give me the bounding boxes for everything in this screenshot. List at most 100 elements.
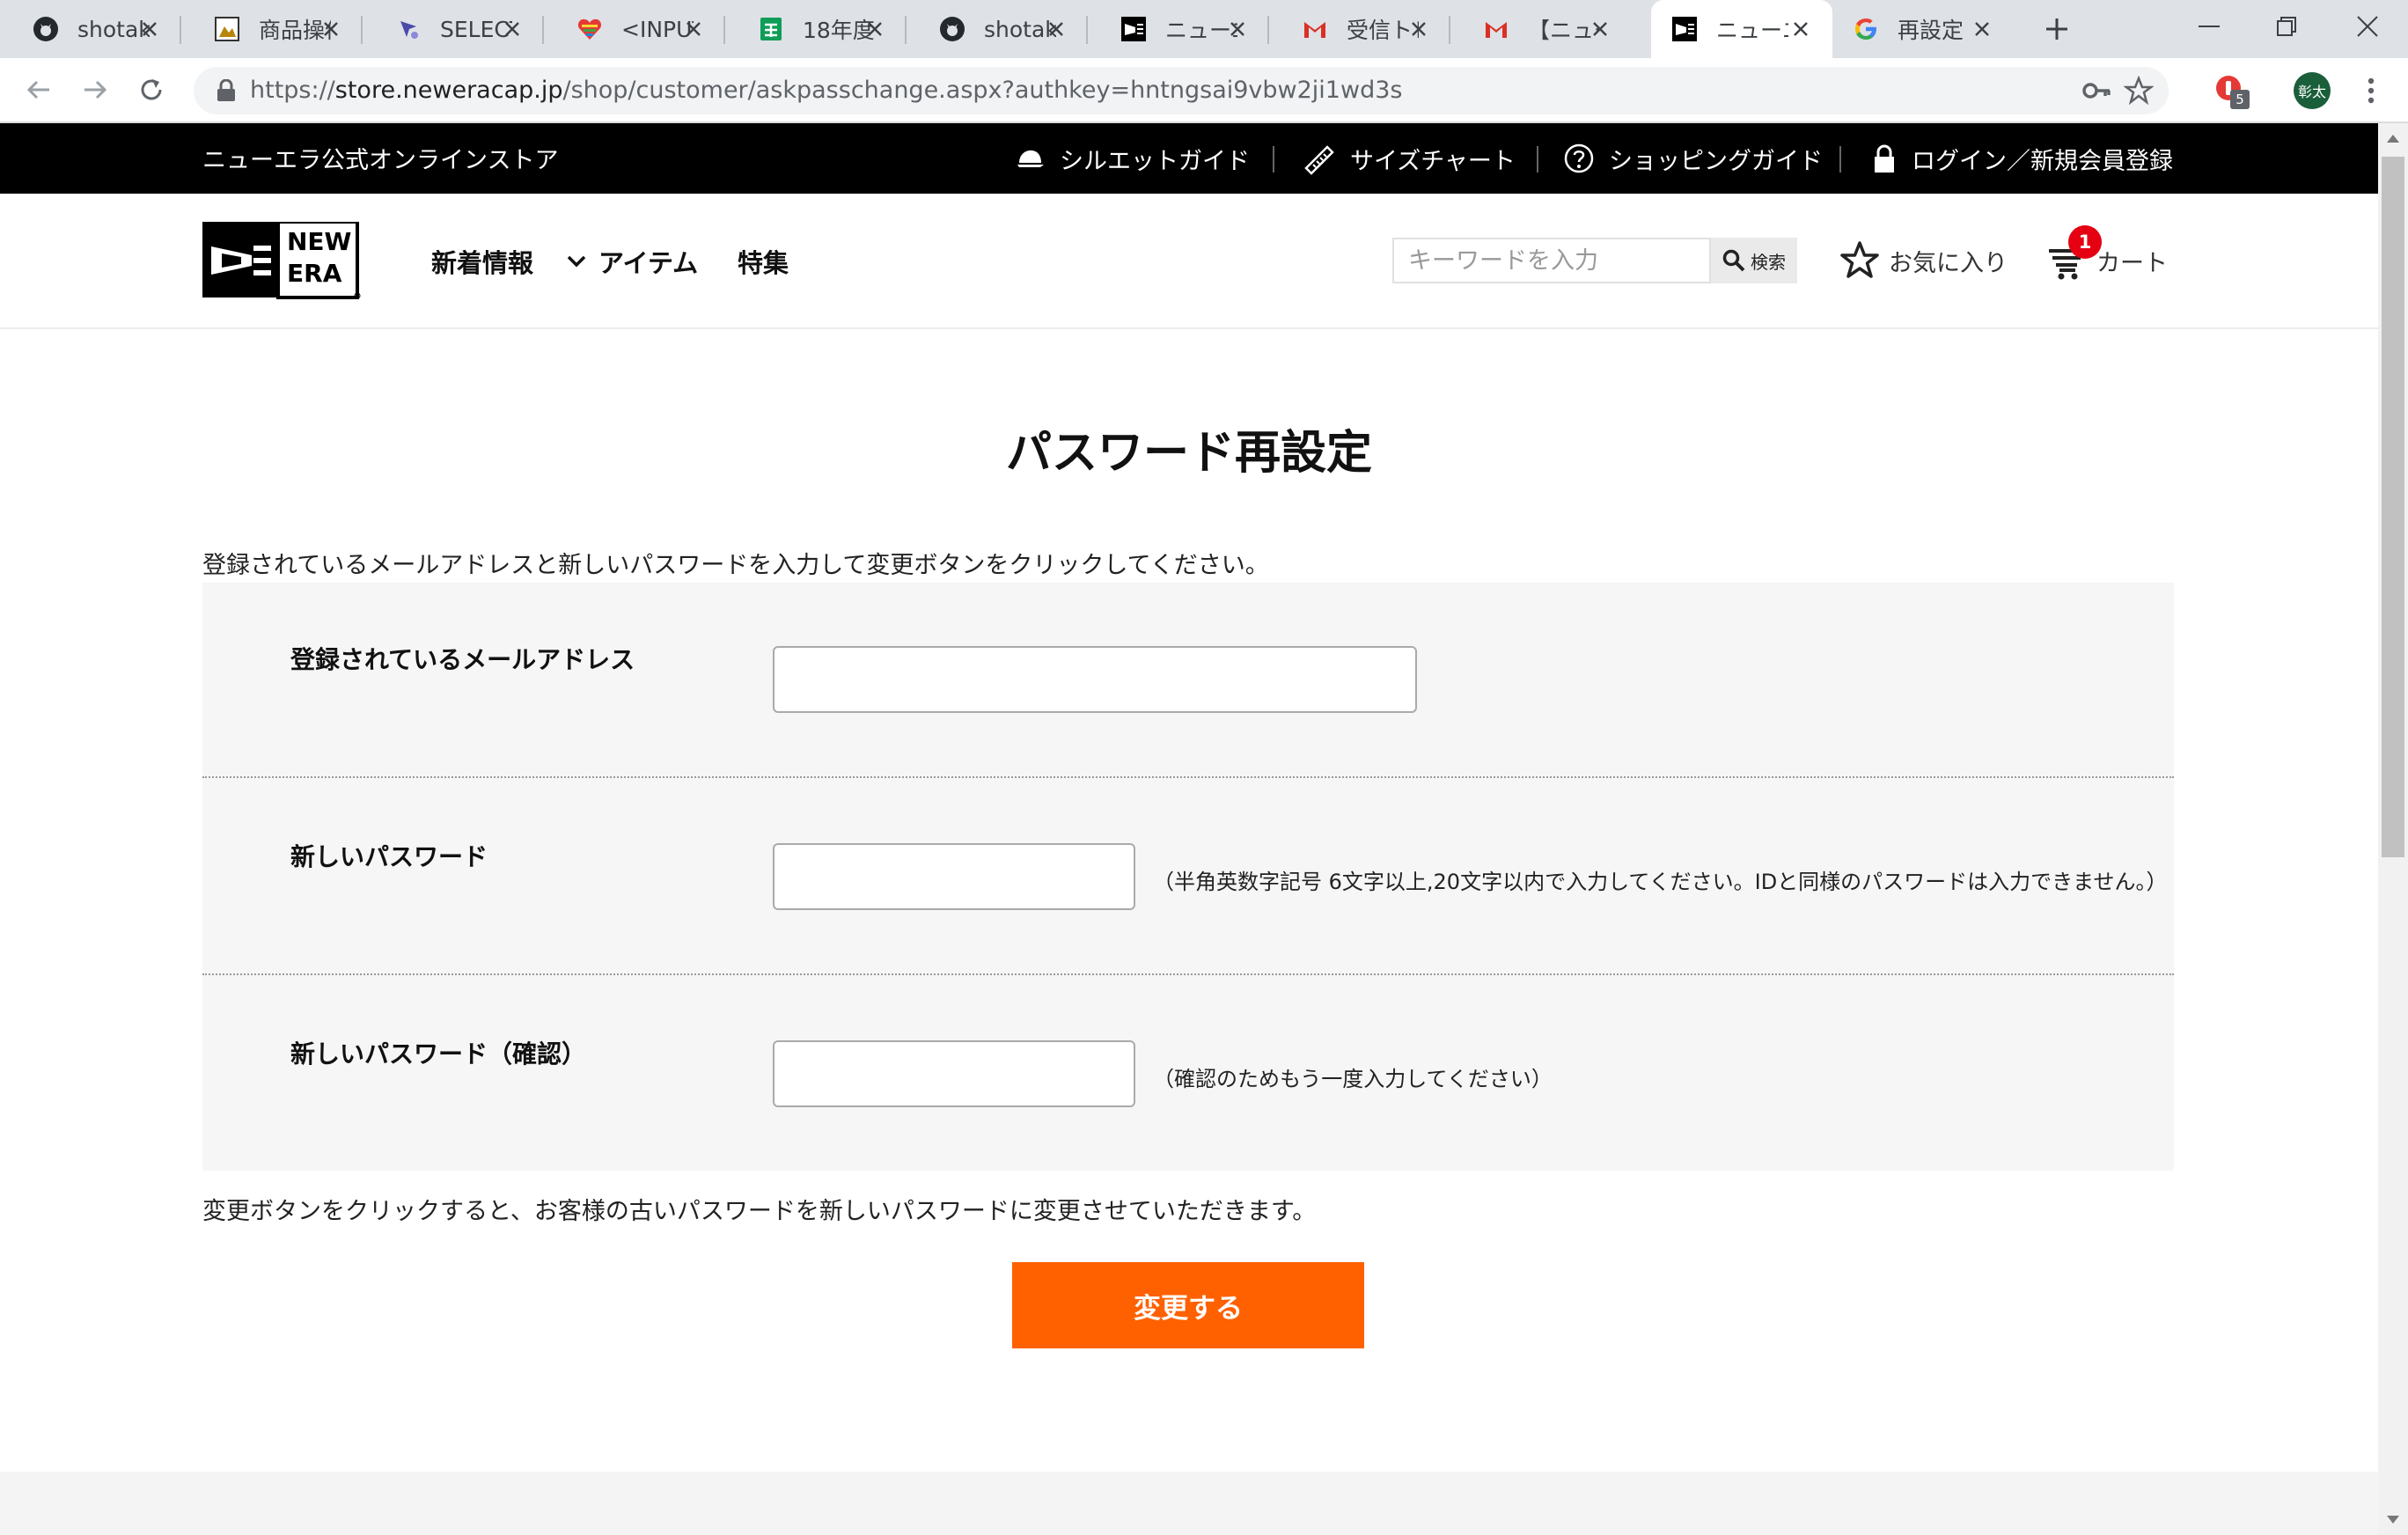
size-chart-link[interactable]: サイズチャート [1303,139,1516,178]
browser-tab[interactable]: 受信トレ [1269,0,1450,58]
login-link[interactable]: ログイン／新規会員登録 [1871,139,2173,178]
page-title: パスワード再設定 [1005,427,1372,480]
silhouette-guide-label: シルエットガイド [1060,147,1250,175]
form-instructions: 登録されているメールアドレスと新しいパスワードを入力して変更ボタンをクリックして… [202,552,1269,579]
search-icon [1722,249,1745,272]
favorites-link[interactable]: お気に入り [1839,236,2008,285]
url-host: store.neweracap.jp [334,77,563,104]
new-password-field[interactable] [773,843,1135,910]
close-icon[interactable] [1968,15,1996,43]
reload-button[interactable] [132,70,171,109]
page-scrollbar[interactable] [2378,123,2408,1535]
close-icon[interactable] [1405,15,1433,43]
search-button[interactable]: 検索 [1711,238,1797,283]
browser-tab[interactable]: 商品操作 [181,0,363,58]
scrollbar-thumb[interactable] [2382,157,2404,857]
confirm-password-field[interactable] [773,1040,1135,1107]
close-icon[interactable] [498,15,526,43]
browser-tab[interactable]: 【ニューエ [1450,0,1632,58]
confirm-password-hint: （確認のためもう一度入力してください） [1153,1067,1553,1091]
tab-title: ニューエラ [1716,18,1788,43]
select-site-icon [394,15,422,43]
nav-new-arrivals-label: 新着情報 [431,248,534,278]
extension-badge: 5 [2230,90,2250,109]
gmail-icon [1301,15,1329,43]
browser-tab[interactable]: 再設定 [1832,0,2014,58]
close-icon[interactable] [1042,15,1070,43]
browser-tab[interactable]: 18年度 [725,0,907,58]
browser-tab-strip: shotakc 商品操作 SELECT <INPUT 18年度 [0,0,2408,58]
close-window-button[interactable] [2324,0,2408,53]
confirm-password-label: 新しいパスワード（確認） [290,1039,587,1069]
cart-link[interactable]: カート [2047,236,2168,285]
back-button[interactable] [19,70,58,109]
favorites-label: お気に入り [1889,249,2008,277]
close-icon[interactable] [317,15,345,43]
change-password-button[interactable]: 変更する [1012,1262,1364,1348]
newera-logo[interactable]: NEW ERA [202,220,361,299]
bookmark-star-icon[interactable] [2121,73,2156,108]
new-password-hint: （半角英数字記号 6文字以上,20文字以内で入力してください。IDと同様のパスワ… [1153,870,2168,894]
close-icon[interactable] [1223,15,1252,43]
new-password-label: 新しいパスワード [290,842,488,871]
silhouette-guide-link[interactable]: シルエットガイド [1016,139,1250,178]
email-field[interactable] [773,646,1417,713]
cart-label: カート [2096,249,2168,277]
plus-icon [2046,18,2067,40]
arrow-right-icon [84,80,107,99]
close-icon[interactable] [1787,15,1815,43]
search-input[interactable] [1394,239,1713,282]
confirm-password-row: 新しいパスワード（確認） （確認のためもう一度入力してください） [202,977,2174,1172]
close-icon[interactable] [1586,15,1614,43]
password-reset-form: 登録されているメールアドレス 新しいパスワード （半角英数字記号 6文字以上,2… [202,583,2174,1171]
nav-items-dropdown[interactable]: アイテム [567,243,698,280]
shopping-guide-label: ショッピングガイド [1609,147,1823,175]
nav-new-arrivals[interactable]: 新着情報 [431,243,533,280]
login-label: ログイン／新規会員登録 [1912,147,2173,175]
restore-button[interactable] [2243,0,2331,53]
scroll-up-arrow-icon[interactable] [2378,123,2408,153]
reload-icon [141,79,162,100]
email-label: 登録されているメールアドレス [290,645,635,674]
browser-tab[interactable]: shotakc [907,0,1088,58]
scroll-down-arrow-icon[interactable] [2378,1505,2408,1535]
sheets-icon [757,15,785,43]
email-row: 登録されているメールアドレス [202,583,2174,778]
browser-tab[interactable]: ニューエラ [1088,0,1269,58]
logo-text-era: ERA [287,259,342,288]
minimize-button[interactable] [2165,0,2253,53]
cap-icon [1017,150,1044,167]
cart-count-badge: 1 [2068,225,2102,259]
browser-tab[interactable]: shotakc [0,0,181,58]
profile-avatar[interactable]: 彰太 [2294,72,2331,109]
shopping-guide-link[interactable]: ショッピングガイド [1563,139,1823,178]
star-icon [1840,241,1879,278]
store-name[interactable]: ニューエラ公式オンラインストア [202,141,558,175]
footer-band [0,1472,2378,1535]
chevron-down-icon [567,255,586,268]
search-box [1392,238,1713,283]
form-footnote: 変更ボタンをクリックすると、お客様の古いパスワードを新しいパスワードに変更させて… [202,1198,1317,1225]
arrow-left-icon [26,80,49,99]
nav-features[interactable]: 特集 [738,243,789,280]
github-icon [938,15,966,43]
address-bar[interactable]: https://store.neweracap.jp/shop/customer… [194,67,2169,114]
close-icon[interactable] [136,15,164,43]
url-text[interactable]: https://store.neweracap.jp/shop/customer… [250,77,1402,104]
close-icon[interactable] [679,15,708,43]
restore-icon [2277,17,2296,36]
close-icon [2357,16,2378,37]
forward-button[interactable] [76,70,114,109]
browser-tab-active[interactable]: ニューエラ [1651,0,1832,58]
close-icon[interactable] [861,15,889,43]
new-tab-button[interactable] [2038,11,2075,48]
nav-items-label: アイテム [598,248,699,278]
help-circle-icon [1564,143,1594,173]
browser-tab[interactable]: SELECT [363,0,544,58]
site-utility-bar: ニューエラ公式オンラインストア シルエットガイド サイズチャート ショッピングガ… [0,123,2378,194]
new-password-row: 新しいパスワード （半角英数字記号 6文字以上,20文字以内で入力してください。… [202,780,2174,975]
browser-menu-button[interactable] [2353,72,2389,109]
browser-tab[interactable]: <INPUT [544,0,725,58]
key-icon[interactable] [2079,73,2114,108]
newera-icon [1120,15,1148,43]
